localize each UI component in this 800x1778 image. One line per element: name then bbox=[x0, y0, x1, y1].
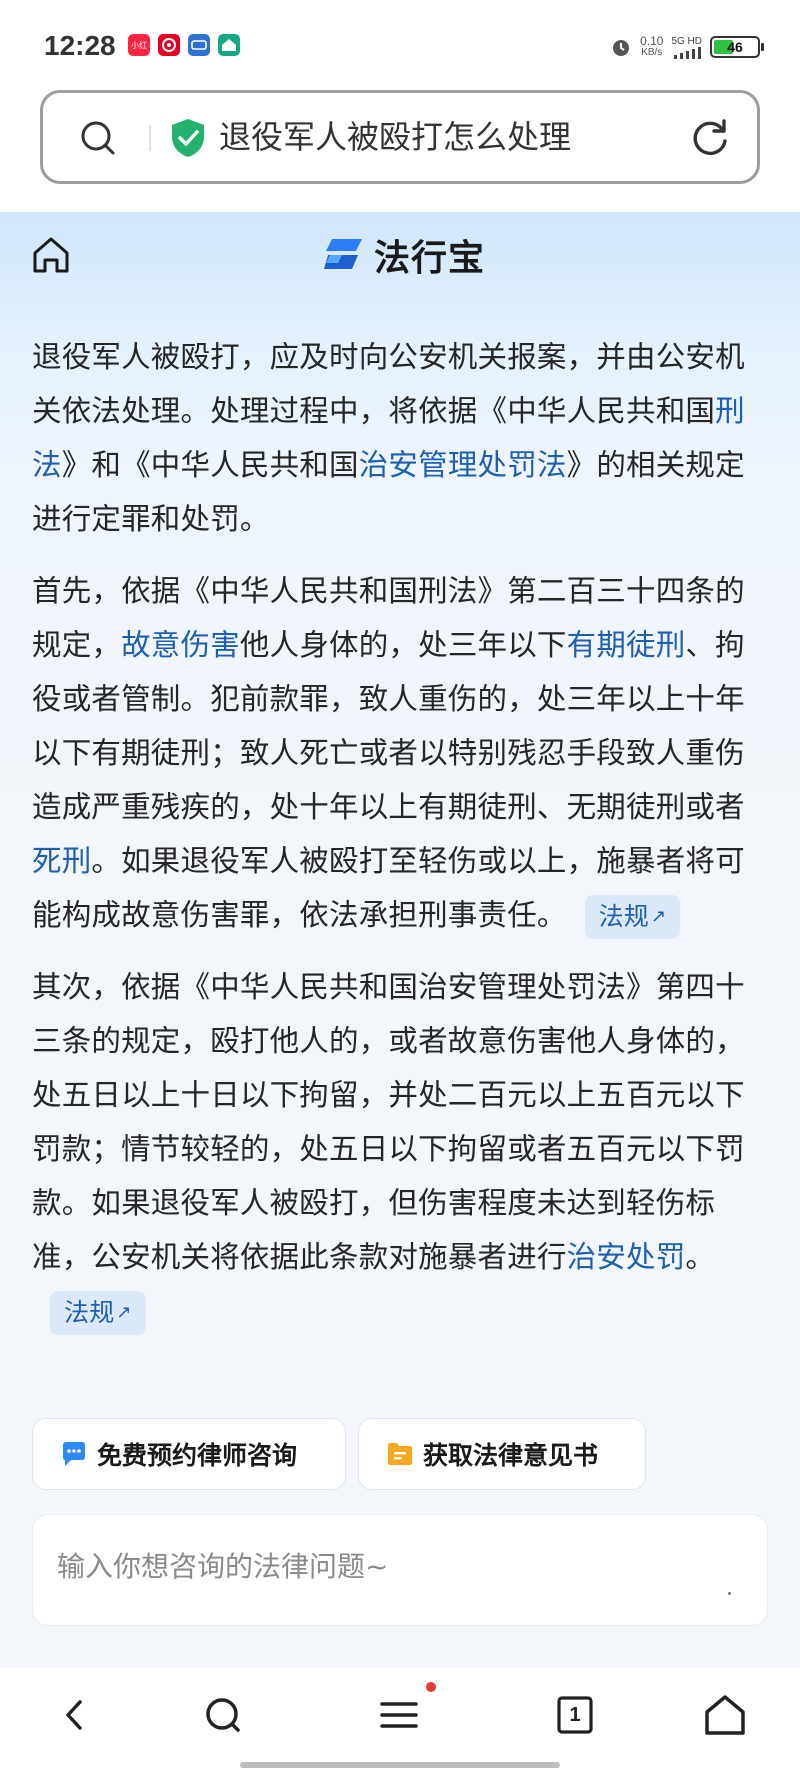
regulation-tag-1[interactable]: 法规 ↗ bbox=[584, 894, 681, 939]
link-death-penalty[interactable]: 死刑 bbox=[32, 844, 91, 878]
secure-shield-icon bbox=[172, 119, 204, 157]
consult-label: 免费预约律师咨询 bbox=[97, 1441, 298, 1470]
logo-text: 法行宝 bbox=[374, 238, 486, 279]
answer-content: 退役军人被殴打，应及时向公安机关报案，并由公安机关依法处理。处理过程中，将依据《… bbox=[32, 330, 752, 1356]
search-icon[interactable] bbox=[198, 1690, 248, 1740]
question-input[interactable]: 输入你想咨询的法律问题~ bbox=[32, 1514, 768, 1626]
tab-count: 1 bbox=[569, 1704, 581, 1726]
divider bbox=[149, 125, 151, 151]
signal-indicator: 5G HD bbox=[671, 36, 702, 59]
xiaohongshu-icon: 小红书 bbox=[128, 34, 150, 73]
link-intentional-injury[interactable]: 故意伤害 bbox=[121, 628, 240, 662]
battery-indicator: 46 bbox=[710, 36, 764, 58]
home-indicator bbox=[240, 1762, 560, 1768]
free-lawyer-consult-button[interactable]: 免费预约律师咨询 bbox=[32, 1418, 346, 1490]
folder-document-icon bbox=[388, 1443, 412, 1465]
app-icon bbox=[188, 34, 210, 56]
link-public-security-penalty[interactable]: 治安处罚 bbox=[567, 1240, 686, 1274]
back-icon[interactable] bbox=[50, 1690, 100, 1740]
status-bar: 12:28 小红书 0.10 KB/s 5G HD 46 bbox=[0, 0, 800, 86]
external-arrow-icon: ↗ bbox=[651, 905, 667, 927]
home-icon[interactable] bbox=[700, 1690, 750, 1740]
chat-bubble-icon bbox=[63, 1442, 85, 1466]
action-buttons: 免费预约律师咨询 获取法律意见书 bbox=[32, 1418, 646, 1490]
netease-music-icon bbox=[158, 34, 180, 56]
alarm-icon bbox=[613, 40, 630, 56]
menu-icon[interactable] bbox=[374, 1690, 424, 1740]
answer-paragraph-3: 其次，依据《中华人民共和国治安管理处罚法》第四十三条的规定，殴打他人的，或者故意… bbox=[32, 960, 752, 1338]
cursor-dot bbox=[728, 1592, 731, 1595]
search-icon[interactable] bbox=[77, 117, 119, 159]
answer-paragraph-1: 退役军人被殴打，应及时向公安机关报案，并由公安机关依法处理。处理过程中，将依据《… bbox=[32, 340, 745, 536]
site-header: 法行宝 bbox=[0, 212, 800, 298]
logo-mark-icon bbox=[324, 239, 362, 269]
address-bar[interactable]: 退役军人被殴打怎么处理 bbox=[40, 90, 760, 184]
question-placeholder: 输入你想咨询的法律问题~ bbox=[57, 1550, 389, 1583]
external-arrow-icon: ↗ bbox=[116, 1301, 132, 1323]
address-query[interactable]: 退役军人被殴打怎么处理 bbox=[219, 115, 571, 159]
site-logo[interactable]: 法行宝 bbox=[322, 232, 486, 279]
legal-opinion-button[interactable]: 获取法律意见书 bbox=[358, 1418, 646, 1490]
signal-bars-icon bbox=[673, 46, 701, 59]
notification-dot bbox=[426, 1682, 436, 1692]
link-fixed-term-imprisonment[interactable]: 有期徒刑 bbox=[567, 628, 686, 662]
home-app-icon bbox=[218, 34, 240, 56]
link-public-security-law[interactable]: 治安管理处罚法 bbox=[359, 448, 567, 482]
home-icon[interactable] bbox=[30, 234, 72, 276]
regulation-tag-2[interactable]: 法规 ↗ bbox=[50, 1290, 146, 1335]
status-indicators: 0.10 KB/s 5G HD 46 bbox=[610, 30, 764, 64]
answer-paragraph-2: 首先，依据《中华人民共和国刑法》第二百三十四条的规定，故意伤害他人身体的，处三年… bbox=[32, 564, 752, 942]
battery-level: 46 bbox=[727, 39, 743, 55]
reload-icon[interactable] bbox=[689, 117, 731, 159]
tabs-button[interactable]: 1 bbox=[550, 1690, 600, 1740]
clock: 12:28 bbox=[44, 30, 116, 61]
web-page: 法行宝 退役军人被殴打，应及时向公安机关报案，并由公安机关依法处理。处理过程中，… bbox=[0, 212, 800, 1668]
network-speed: 0.10 KB/s bbox=[640, 34, 664, 58]
opinion-label: 获取法律意见书 bbox=[423, 1441, 599, 1470]
